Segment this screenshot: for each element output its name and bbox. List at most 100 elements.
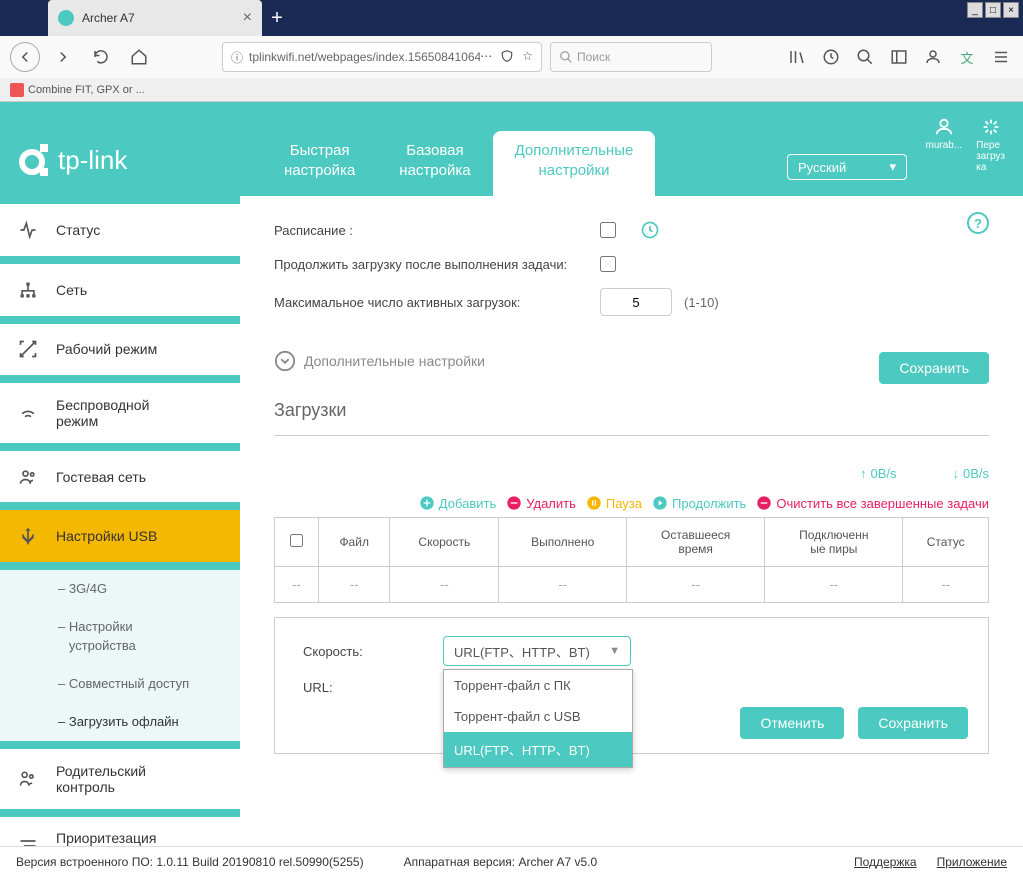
url-bar[interactable]: ⓘ tplinkwifi.net/webpages/index.15650841…	[222, 42, 542, 72]
continue-checkbox[interactable]	[600, 256, 616, 272]
sidebar-item-guest[interactable]: Гостевая сеть	[0, 451, 240, 503]
max-active-input[interactable]	[600, 288, 672, 316]
col-done: Выполнено	[499, 518, 627, 567]
schedule-label: Расписание :	[274, 223, 600, 238]
url-actions: ⋯ ☆	[480, 49, 533, 66]
reload-button[interactable]	[86, 42, 116, 72]
support-link[interactable]: Поддержка	[854, 855, 917, 869]
tab-advanced[interactable]: Дополнительныенастройки	[493, 131, 656, 196]
search-placeholder: Поиск	[577, 50, 610, 64]
home-button[interactable]	[124, 42, 154, 72]
sidebar: Статус Сеть Рабочий режим Беспроводнойре…	[0, 196, 240, 876]
tab-title: Archer A7	[82, 11, 243, 25]
schedule-checkbox[interactable]	[600, 222, 616, 238]
help-icon[interactable]: ?	[967, 212, 989, 234]
option-torrent-pc[interactable]: Торрент-файл с ПК	[444, 670, 632, 701]
sidebar-usb-submenu: – 3G/4G – Настройки устройства – Совмест…	[0, 570, 240, 741]
save-button-top[interactable]: Сохранить	[879, 352, 989, 384]
delete-button[interactable]: Удалить	[506, 495, 576, 511]
library-icon[interactable]	[785, 45, 809, 69]
col-peers: Подключенные пиры	[765, 518, 903, 567]
app-link[interactable]: Приложение	[937, 855, 1007, 869]
speed-stats: ↑ 0B/s ↓ 0B/s	[274, 466, 989, 481]
hardware-version: Аппаратная версия: Archer A7 v5.0	[404, 855, 598, 869]
search-icon[interactable]	[853, 45, 877, 69]
sidebar-item-opmode[interactable]: Рабочий режим	[0, 324, 240, 376]
star-icon[interactable]: ☆	[522, 49, 533, 66]
table-row: -- -- -- -- -- -- --	[275, 567, 989, 603]
col-remaining: Оставшеесявремя	[627, 518, 765, 567]
select-all-checkbox[interactable]	[290, 534, 303, 547]
main-content: ? Расписание : Продолжить загрузку после…	[240, 196, 1023, 876]
forward-button[interactable]	[48, 42, 78, 72]
source-type-select[interactable]: URL(FTP、HTTP、BT) ▼ Торрент-файл с ПК Тор…	[443, 636, 631, 666]
window-controls: _ □ ×	[967, 0, 1023, 36]
browser-tab[interactable]: Archer A7 ×	[48, 0, 262, 36]
main-tabs: Быстраянастройка Базоваянастройка Дополн…	[262, 131, 655, 196]
chevron-down-icon: ▼	[609, 645, 620, 657]
clear-completed-button[interactable]: Очистить все завершенные задачи	[756, 495, 989, 511]
sidebar-item-usb[interactable]: Настройки USB	[0, 510, 240, 562]
cancel-button[interactable]: Отменить	[740, 707, 844, 739]
tab-favicon	[58, 10, 74, 26]
sidebar-item-network[interactable]: Сеть	[0, 264, 240, 316]
bookmark-item[interactable]: Combine FIT, GPX or ...	[10, 83, 145, 97]
add-download-panel: Скорость: URL(FTP、HTTP、BT) ▼ Торрент-фай…	[274, 617, 989, 754]
downloads-title: Загрузки	[274, 400, 989, 421]
logo: tp-link	[18, 142, 127, 178]
new-tab-button[interactable]: +	[262, 0, 292, 36]
max-active-hint: (1-10)	[684, 295, 719, 310]
submenu-device[interactable]: – Настройки устройства	[58, 608, 240, 664]
sidebar-item-status[interactable]: Статус	[0, 204, 240, 256]
sidebar-item-parental[interactable]: Родительскийконтроль	[0, 749, 240, 808]
back-button[interactable]	[10, 42, 40, 72]
speed-label: Скорость:	[303, 644, 443, 659]
col-file: Файл	[319, 518, 390, 567]
browser-chrome: Archer A7 × + _ □ × ⓘ tplinkwifi.net/web…	[0, 0, 1023, 102]
history-icon[interactable]	[819, 45, 843, 69]
url-label: URL:	[303, 680, 443, 695]
reboot-button[interactable]: Перезагрузка	[976, 116, 1005, 173]
close-tab-icon[interactable]: ×	[243, 9, 252, 27]
col-status: Статус	[903, 518, 989, 567]
menu-icon[interactable]	[989, 45, 1013, 69]
continue-label: Продолжить загрузку после выполнения зад…	[274, 257, 600, 272]
chevron-down-icon: ▾	[889, 159, 896, 175]
downloads-toolbar: Добавить Удалить Пауза Продолжить Очисти…	[274, 495, 989, 511]
download-speed: ↓ 0B/s	[952, 466, 989, 481]
add-button[interactable]: Добавить	[419, 495, 496, 511]
downloads-table: Файл Скорость Выполнено Оставшеесявремя …	[274, 517, 989, 603]
option-torrent-usb[interactable]: Торрент-файл с USB	[444, 701, 632, 732]
browser-toolbar: ⓘ tplinkwifi.net/webpages/index.15650841…	[0, 36, 1023, 78]
close-window-button[interactable]: ×	[1003, 2, 1019, 18]
firmware-version: Версия встроенного ПО: 1.0.11 Build 2019…	[16, 855, 364, 869]
language-select[interactable]: Русский ▾	[787, 154, 907, 180]
search-input[interactable]: Поиск	[550, 42, 712, 72]
user-account[interactable]: murab...	[925, 116, 962, 173]
shield-icon[interactable]	[500, 49, 514, 66]
brand-text: tp-link	[58, 145, 127, 176]
pause-button[interactable]: Пауза	[586, 495, 642, 511]
bookmarks-bar: Combine FIT, GPX or ...	[0, 78, 1023, 102]
tab-quick-setup[interactable]: Быстраянастройка	[262, 131, 377, 196]
bookmark-favicon	[10, 83, 24, 97]
continue-button[interactable]: Продолжить	[652, 495, 746, 511]
option-url[interactable]: URL(FTP、HTTP、BT)	[444, 732, 632, 767]
submenu-3g4g[interactable]: – 3G/4G	[58, 570, 240, 608]
save-button-panel[interactable]: Сохранить	[858, 707, 968, 739]
restore-button[interactable]: □	[985, 2, 1001, 18]
tab-basic[interactable]: Базоваянастройка	[377, 131, 492, 196]
source-type-options: Торрент-файл с ПК Торрент-файл с USB URL…	[443, 669, 633, 768]
more-icon[interactable]: ⋯	[480, 49, 492, 66]
submenu-offline-download[interactable]: – Загрузить офлайн	[58, 703, 240, 741]
bookmark-label: Combine FIT, GPX or ...	[28, 84, 145, 96]
clock-icon[interactable]	[640, 220, 660, 240]
language-value: Русский	[798, 160, 846, 175]
sidebar-item-wireless[interactable]: Беспроводнойрежим	[0, 383, 240, 442]
translate-icon[interactable]: 文	[955, 45, 979, 69]
minimize-button[interactable]: _	[967, 2, 983, 18]
account-icon[interactable]	[921, 45, 945, 69]
submenu-share[interactable]: – Совместный доступ	[58, 665, 240, 703]
upload-speed: ↑ 0B/s	[860, 466, 897, 481]
sidebar-icon[interactable]	[887, 45, 911, 69]
